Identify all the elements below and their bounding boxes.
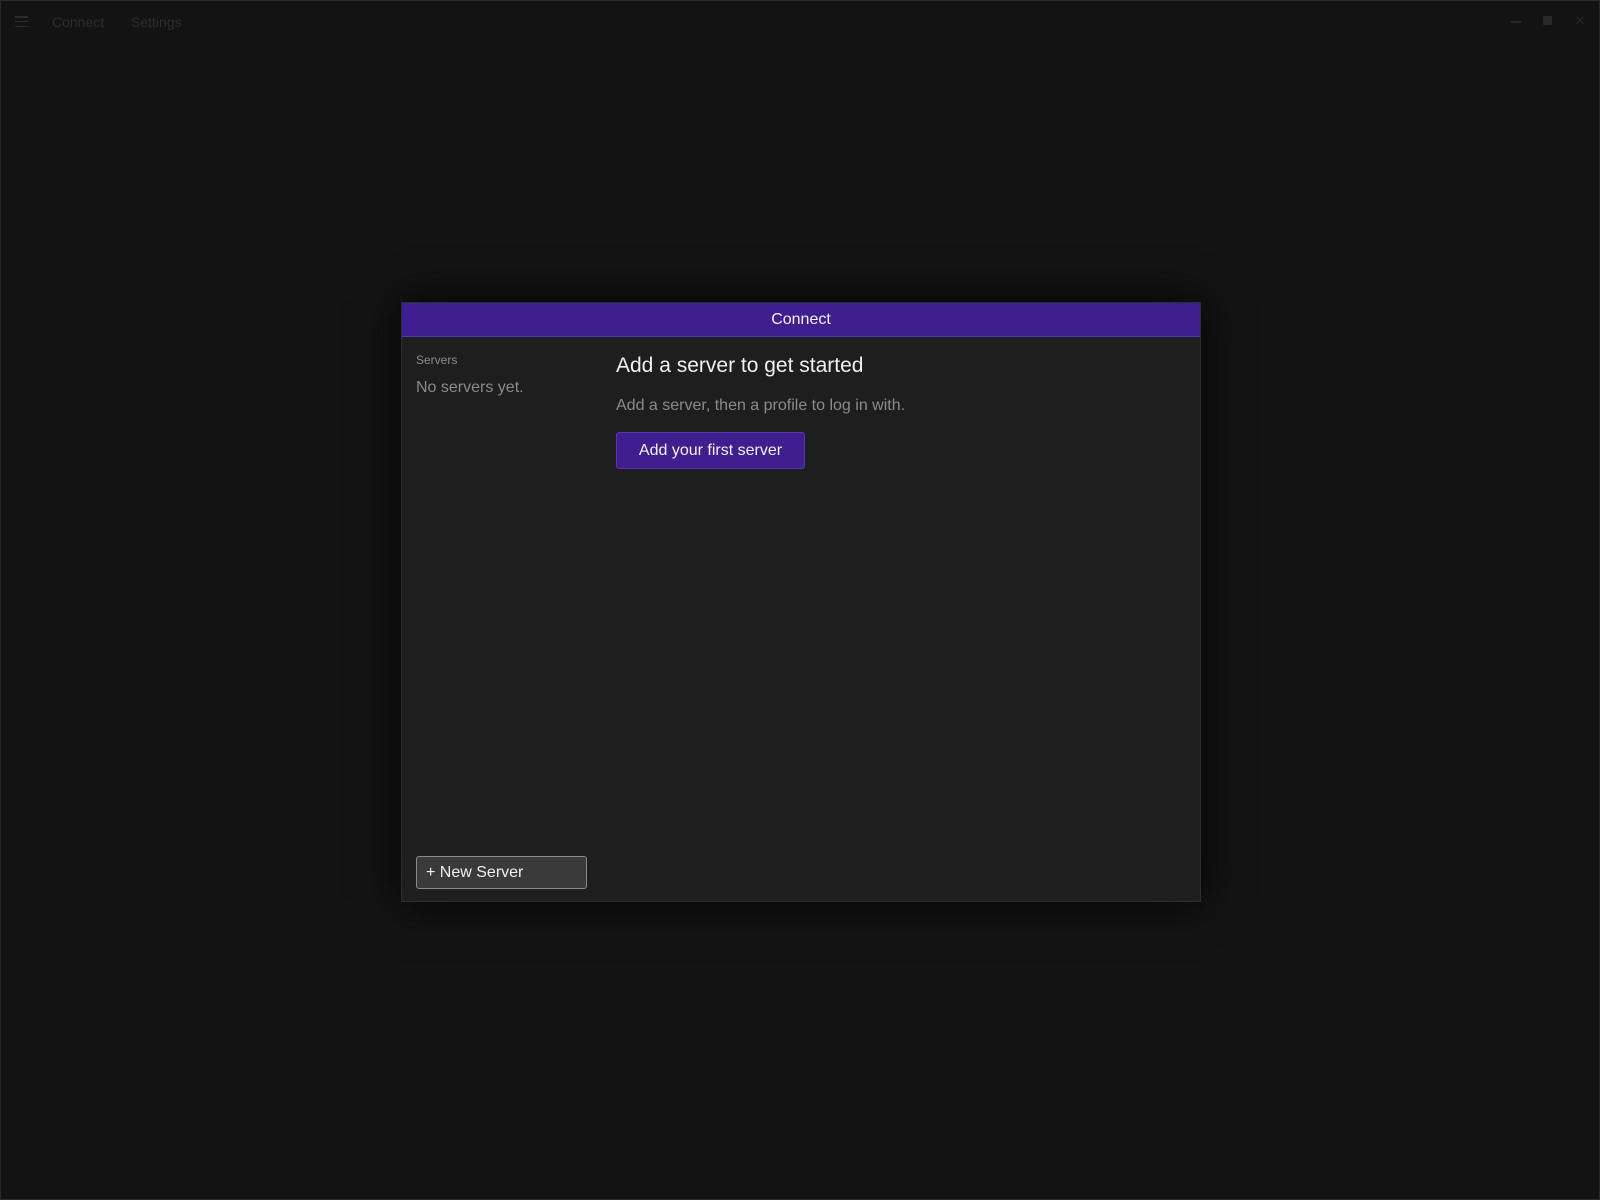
new-server-button[interactable]: + New Server — [416, 856, 587, 889]
empty-servers-text: No servers yet. — [416, 379, 524, 396]
sidebar-heading: Servers — [416, 353, 458, 367]
add-first-server-button[interactable]: Add your first server — [616, 432, 805, 469]
connect-dialog: Connect Servers No servers yet. + New Se… — [401, 302, 1201, 902]
dialog-title: Connect — [402, 303, 1200, 337]
menu-connect[interactable]: Connect — [52, 14, 104, 30]
servers-sidebar: Servers No servers yet. + New Server — [416, 337, 588, 901]
titlebar: Connect Settings ✕ — [1, 1, 1599, 43]
main-title: Add a server to get started — [616, 354, 864, 377]
close-icon[interactable]: ✕ — [1574, 14, 1586, 27]
hamburger-menu-icon[interactable] — [15, 16, 28, 27]
menu-settings[interactable]: Settings — [131, 14, 182, 30]
main-subtitle: Add a server, then a profile to log in w… — [616, 397, 906, 414]
minimize-icon[interactable] — [1510, 15, 1522, 27]
maximize-icon[interactable] — [1542, 15, 1554, 27]
app-window: Connect Settings ✕ Connect Servers No se… — [0, 0, 1600, 1200]
